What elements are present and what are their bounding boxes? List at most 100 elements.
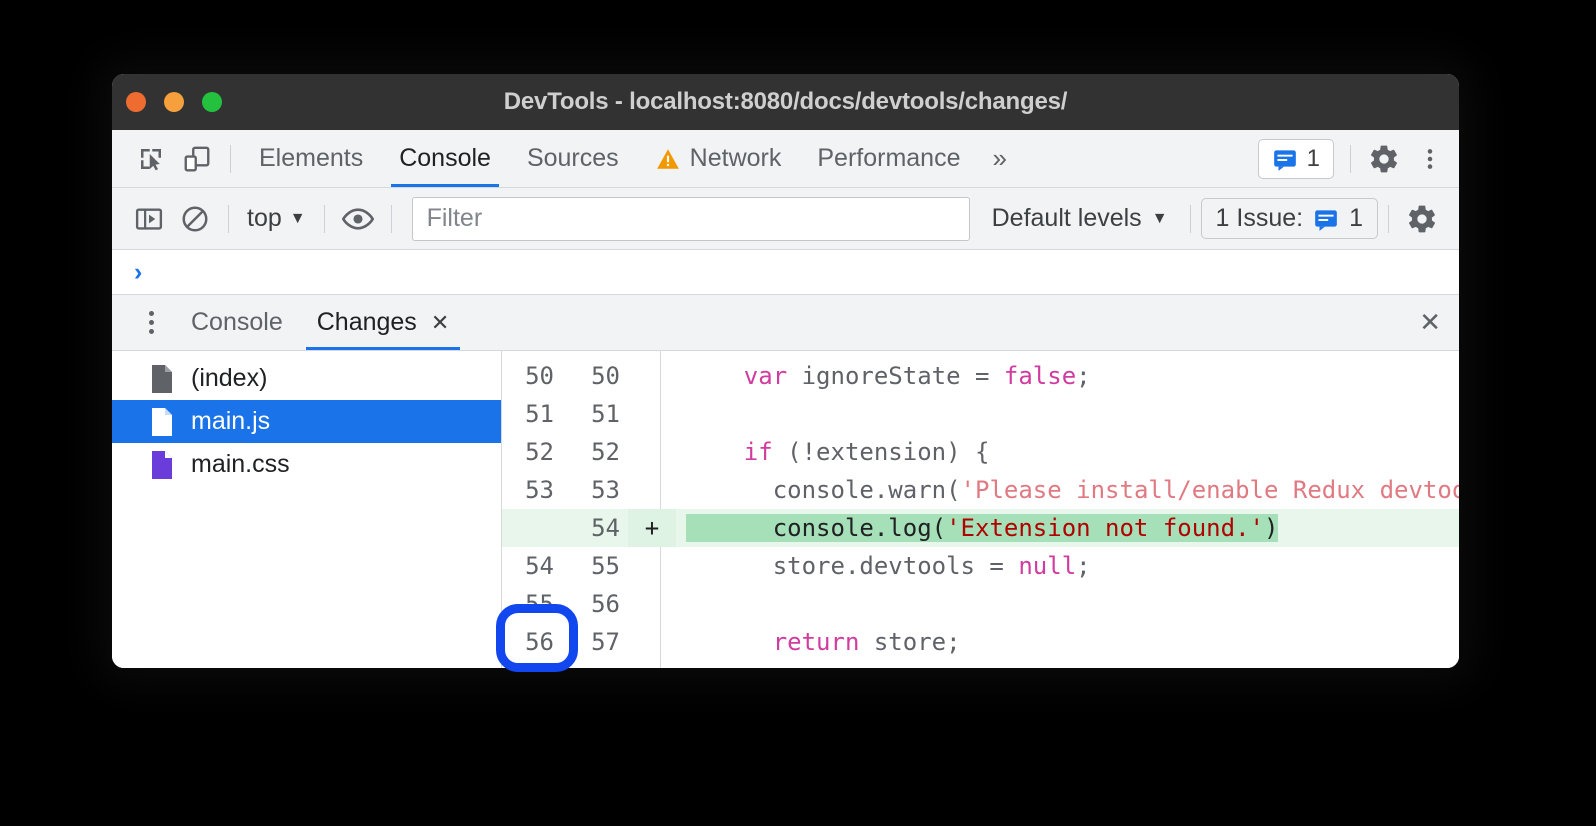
table-row: 54 + console.log('Extension not found.') [502, 509, 1459, 547]
drawer-tab-changes[interactable]: Changes ✕ [300, 295, 467, 350]
drawer-tab-changes-label: Changes [317, 308, 417, 337]
issues-bar-button[interactable]: 1 Issue: 1 [1201, 198, 1378, 239]
new-line-number: 56 [568, 590, 620, 618]
change-marker [628, 433, 676, 471]
change-marker [628, 357, 676, 395]
new-line-number: 53 [568, 476, 620, 504]
prompt-arrow-icon: › [134, 258, 142, 287]
close-icon[interactable]: ✕ [431, 310, 449, 336]
old-line-number: 50 [502, 362, 554, 390]
device-toolbar-icon[interactable] [174, 136, 220, 182]
console-sidebar-icon[interactable] [126, 196, 172, 242]
code-line [676, 395, 1459, 433]
tab-console-label: Console [399, 144, 491, 173]
console-toolbar-divider-5 [1388, 205, 1389, 233]
console-toolbar: top ▼ Filter Default levels ▼ 1 Issue: [112, 188, 1459, 250]
minimize-window-button[interactable] [164, 92, 184, 112]
tab-network[interactable]: Network [637, 130, 800, 187]
drawer-tab-console[interactable]: Console [174, 295, 300, 350]
live-expression-icon[interactable] [335, 196, 381, 242]
log-levels-select[interactable]: Default levels ▼ [980, 204, 1180, 233]
log-levels-value: Default levels [992, 204, 1142, 233]
tab-network-label: Network [690, 144, 782, 173]
issue-message-icon [1272, 146, 1298, 172]
warning-triangle-icon [655, 146, 681, 172]
chevron-down-icon: ▼ [1152, 210, 1168, 228]
new-line-number: 50 [568, 362, 620, 390]
screenshot-root: DevTools - localhost:8080/docs/devtools/… [0, 0, 1596, 826]
diff-viewer: 50 50 var ignoreState = false; 51 51 52 … [502, 351, 1459, 668]
tab-console[interactable]: Console [381, 130, 509, 187]
more-tabs-icon[interactable]: » [978, 143, 1020, 174]
kebab-menu-icon[interactable] [1407, 136, 1453, 182]
new-line-number: 51 [568, 400, 620, 428]
issues-count: 1 [1307, 145, 1320, 173]
list-item[interactable]: (index) [112, 357, 501, 400]
chevron-down-icon: ▼ [290, 210, 306, 228]
filter-placeholder: Filter [427, 204, 483, 233]
tab-elements-label: Elements [259, 144, 363, 173]
old-line-number: 54 [502, 552, 554, 580]
change-marker [628, 585, 676, 623]
clear-console-icon[interactable] [172, 196, 218, 242]
tab-elements[interactable]: Elements [241, 130, 381, 187]
execution-context-value: top [247, 204, 282, 233]
tab-sources-label: Sources [527, 144, 619, 173]
new-line-number: 52 [568, 438, 620, 466]
console-prompt-row[interactable]: › [112, 250, 1459, 295]
close-drawer-icon[interactable]: ✕ [1419, 307, 1441, 338]
old-line-number: 53 [502, 476, 554, 504]
list-item[interactable]: main.js [112, 400, 501, 443]
code-line [676, 585, 1459, 623]
console-toolbar-divider-1 [228, 205, 229, 233]
old-line-number: 52 [502, 438, 554, 466]
tab-performance-label: Performance [817, 144, 960, 173]
code-line: console.warn('Please install/enable Redu… [676, 471, 1459, 509]
issue-message-icon [1313, 206, 1339, 232]
toolbar-divider [230, 145, 231, 173]
old-line-number: 55 [502, 590, 554, 618]
console-toolbar-divider-3 [391, 205, 392, 233]
change-marker: + [628, 509, 676, 547]
change-marker [628, 623, 676, 661]
maximize-window-button[interactable] [202, 92, 222, 112]
code-line: return store; [676, 623, 1459, 661]
change-marker [628, 395, 676, 433]
file-name: main.js [191, 407, 270, 436]
inspect-element-icon[interactable] [128, 136, 174, 182]
tab-sources[interactable]: Sources [509, 130, 637, 187]
window-controls [126, 74, 222, 130]
new-line-number: 57 [568, 628, 620, 656]
document-icon [150, 364, 174, 394]
table-row: 50 50 var ignoreState = false; [502, 357, 1459, 395]
file-name: main.css [191, 450, 290, 479]
javascript-file-icon [150, 407, 174, 437]
close-window-button[interactable] [126, 92, 146, 112]
tab-performance[interactable]: Performance [799, 130, 978, 187]
changed-files-list: (index) main.js [112, 351, 502, 668]
old-line-number: 51 [502, 400, 554, 428]
issues-bar-label: 1 Issue: [1216, 204, 1304, 233]
toolbar-divider-2 [1350, 145, 1351, 173]
old-line-number: 56 [502, 628, 554, 656]
window-title: DevTools - localhost:8080/docs/devtools/… [112, 88, 1459, 116]
main-toolbar: Elements Console Sources Network [112, 130, 1459, 188]
drawer-tab-console-label: Console [191, 308, 283, 337]
table-row: 53 53 console.warn('Please install/enabl… [502, 471, 1459, 509]
new-line-number: 55 [568, 552, 620, 580]
code-line: var ignoreState = false; [676, 357, 1459, 395]
issues-counter-button[interactable]: 1 [1258, 139, 1334, 179]
window-titlebar: DevTools - localhost:8080/docs/devtools/… [112, 74, 1459, 130]
table-row: 55 56 [502, 585, 1459, 623]
kebab-menu-icon[interactable] [128, 300, 174, 346]
code-line: if (!extension) { [676, 433, 1459, 471]
table-row: 52 52 if (!extension) { [502, 433, 1459, 471]
drawer-tabbar: Console Changes ✕ ✕ [112, 295, 1459, 351]
issues-bar-count: 1 [1349, 204, 1363, 233]
console-toolbar-divider-2 [324, 205, 325, 233]
execution-context-select[interactable]: top ▼ [239, 204, 314, 233]
filter-input[interactable]: Filter [412, 197, 970, 241]
gear-icon[interactable] [1399, 196, 1445, 242]
gear-icon[interactable] [1361, 136, 1407, 182]
list-item[interactable]: main.css [112, 443, 501, 486]
